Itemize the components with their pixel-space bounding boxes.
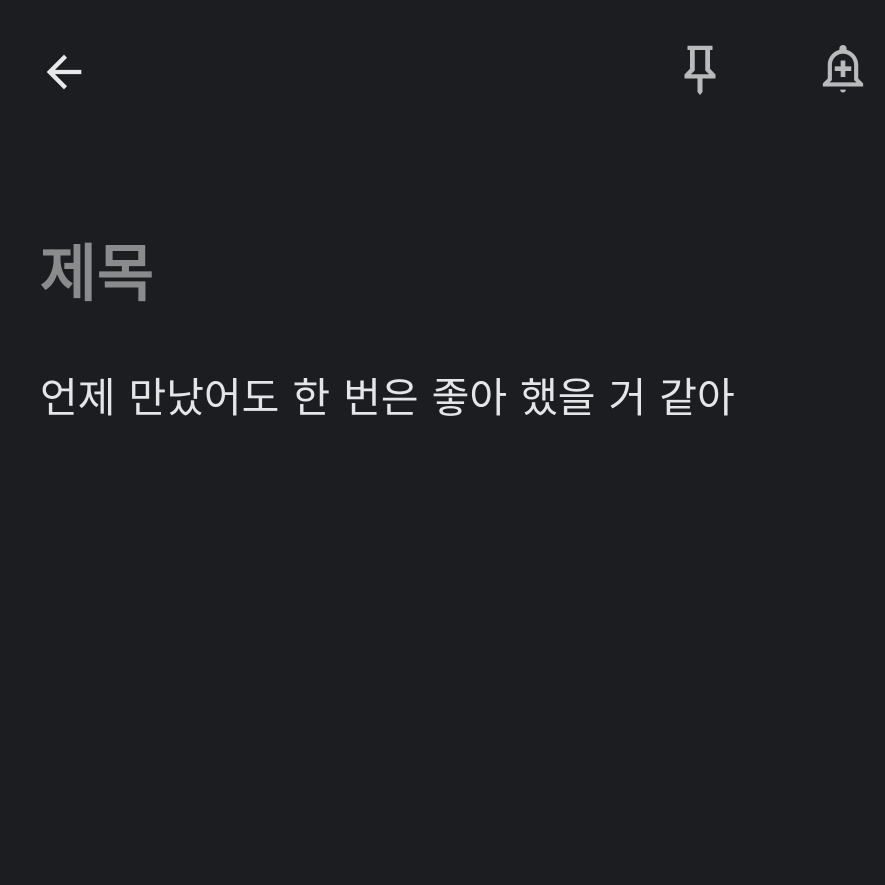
note-title-field[interactable]: 제목 <box>40 230 860 318</box>
back-button[interactable] <box>22 30 106 114</box>
pin-button[interactable] <box>660 30 740 110</box>
pin-icon <box>684 45 716 95</box>
top-app-bar <box>0 0 885 140</box>
bell-plus-icon <box>822 44 864 93</box>
add-reminder-button[interactable] <box>803 30 883 110</box>
note-body-field[interactable]: 언제 만났어도 한 번은 좋아 했을 거 같아 <box>40 366 860 430</box>
arrow-left-icon <box>46 54 82 90</box>
note-content: 제목 언제 만났어도 한 번은 좋아 했을 거 같아 <box>40 230 860 430</box>
note-editor-screen: 제목 언제 만났어도 한 번은 좋아 했을 거 같아 <box>0 0 885 885</box>
